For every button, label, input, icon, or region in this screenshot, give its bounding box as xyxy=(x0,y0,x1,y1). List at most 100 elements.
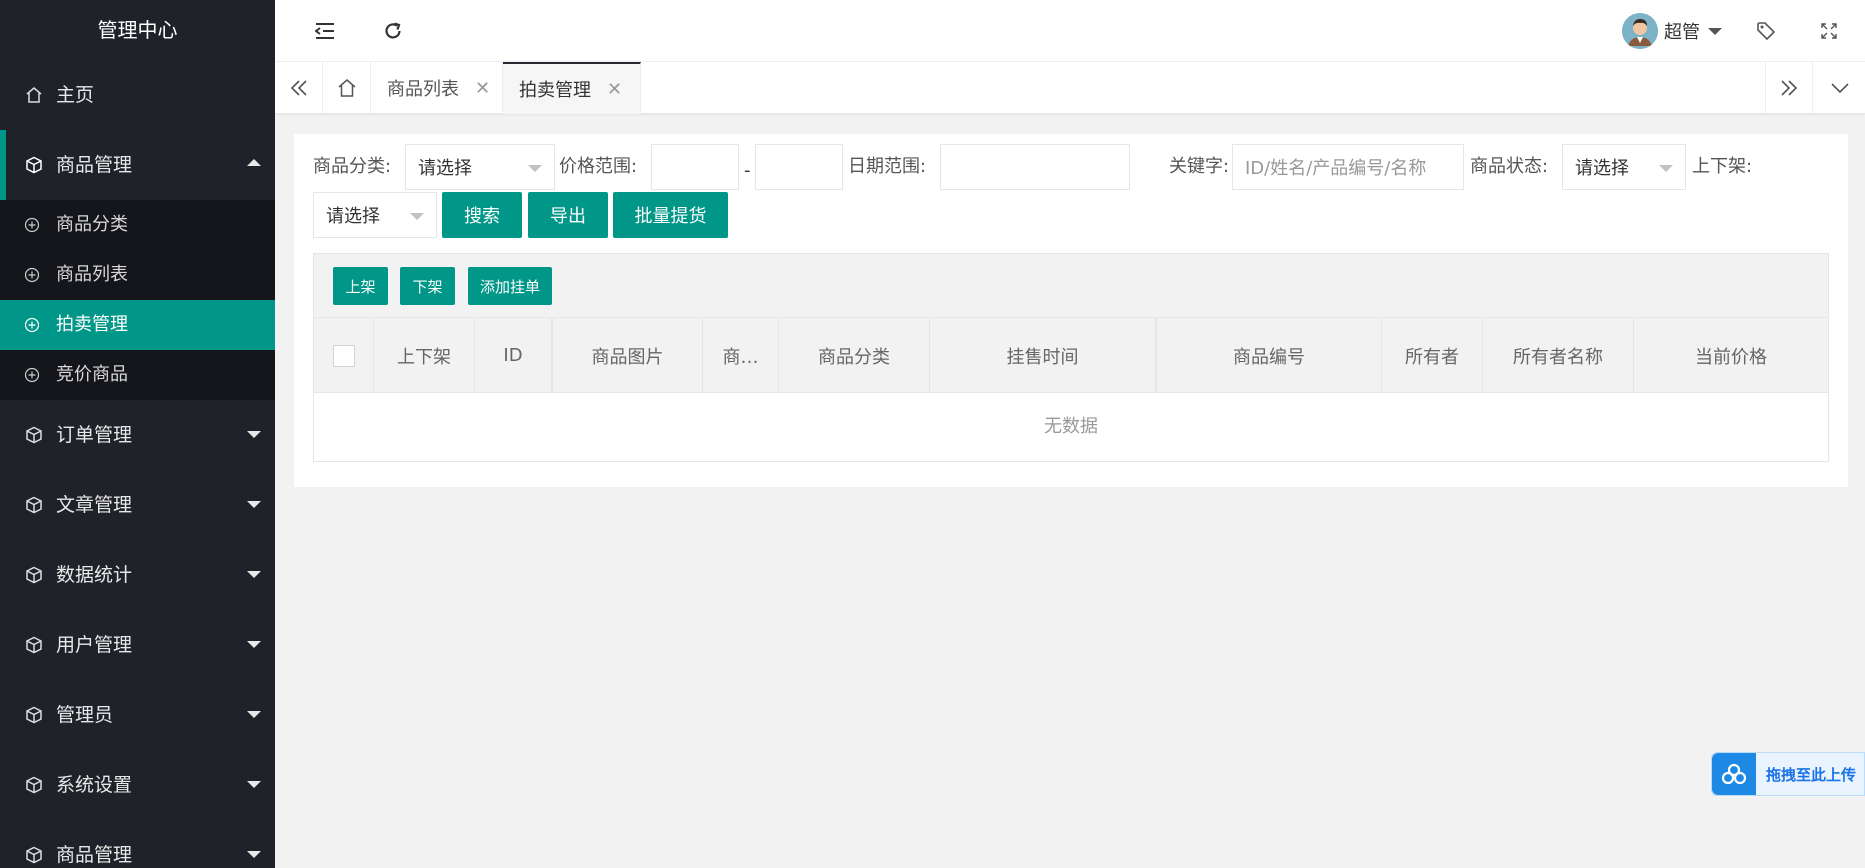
sidebar-sub-item[interactable]: 商品列表 xyxy=(0,250,275,300)
column-header[interactable]: 所有者 xyxy=(1382,318,1483,393)
column-header[interactable]: 商… xyxy=(703,318,779,393)
tabs-menu-button[interactable] xyxy=(1815,62,1865,114)
status-select[interactable]: 请选择 xyxy=(1562,144,1686,190)
date-range-input[interactable] xyxy=(940,144,1130,190)
tab-label: 商品列表 xyxy=(387,79,459,100)
column-header[interactable]: 当前价格 xyxy=(1634,318,1828,393)
tab-auction-management[interactable]: 拍卖管理 ✕ xyxy=(503,62,641,114)
price-min-input[interactable] xyxy=(651,144,739,190)
upload-label: 拖拽至此上传 xyxy=(1766,765,1857,784)
sidebar-group[interactable]: 文章管理 xyxy=(0,470,275,540)
cloud-upload-icon xyxy=(1712,753,1756,795)
column-header[interactable]: 挂售时间 xyxy=(930,318,1156,393)
add-listing-button[interactable]: 添加挂单 xyxy=(468,267,552,305)
cube-icon xyxy=(24,820,44,868)
batch-pickup-button[interactable]: 批量提货 xyxy=(613,192,728,238)
category-select-value: 请选择 xyxy=(418,158,472,179)
chevron-up-icon xyxy=(247,159,261,166)
tag-icon xyxy=(1757,22,1776,41)
shelf-select[interactable]: 请选择 xyxy=(313,192,437,238)
sidebar-sub-label: 商品列表 xyxy=(56,264,128,285)
column-header[interactable]: ID xyxy=(475,318,552,393)
menu-toggle-button[interactable] xyxy=(305,0,345,62)
sidebar-group[interactable]: 商品管理 xyxy=(0,820,275,868)
sidebar-sub-item[interactable]: 竞价商品 xyxy=(0,350,275,400)
category-label: 商品分类: xyxy=(313,156,392,177)
sidebar-sub-label: 商品分类 xyxy=(56,214,128,235)
tab-label: 拍卖管理 xyxy=(519,80,591,101)
sidebar-group-label: 文章管理 xyxy=(56,494,133,516)
user-name: 超管 xyxy=(1664,22,1700,43)
home-icon xyxy=(24,60,44,130)
shelf-select-value: 请选择 xyxy=(326,206,380,227)
tab-home[interactable] xyxy=(323,62,371,114)
select-all-cell xyxy=(314,318,374,393)
sidebar-submenu: 商品分类 商品列表 拍卖管理 竞价商品 xyxy=(0,200,275,400)
chevron-down-icon xyxy=(1831,83,1849,94)
menu-fold-icon xyxy=(315,23,334,39)
empty-state: 无数据 xyxy=(314,393,1828,461)
column-header[interactable]: 商品编号 xyxy=(1156,318,1382,393)
select-all-checkbox[interactable] xyxy=(332,344,355,367)
close-icon[interactable]: ✕ xyxy=(475,78,490,99)
sidebar-sub-item-active[interactable]: 拍卖管理 xyxy=(0,300,275,350)
sidebar-group[interactable]: 管理员 xyxy=(0,680,275,750)
status-select-value: 请选择 xyxy=(1575,158,1629,179)
tabs-scroll-left-button[interactable] xyxy=(275,62,323,114)
sidebar-group-goods[interactable]: 商品管理 xyxy=(0,130,275,200)
sidebar-group[interactable]: 数据统计 xyxy=(0,540,275,610)
sidebar-group[interactable]: 系统设置 xyxy=(0,750,275,820)
keyword-input[interactable]: ID/姓名/产品编号/名称 xyxy=(1232,144,1464,190)
chevron-down-icon xyxy=(247,431,261,438)
category-select[interactable]: 请选择 xyxy=(405,144,555,190)
sidebar-group-label: 管理员 xyxy=(56,704,114,726)
tag-button[interactable] xyxy=(1748,0,1784,62)
column-header[interactable]: 商品图片 xyxy=(552,318,703,393)
keyword-placeholder: ID/姓名/产品编号/名称 xyxy=(1245,158,1427,179)
refresh-button[interactable] xyxy=(373,0,413,62)
price-max-input[interactable] xyxy=(755,144,843,190)
column-header[interactable]: 上下架 xyxy=(374,318,475,393)
sidebar-group-label: 系统设置 xyxy=(56,774,133,796)
list-on-shelf-button[interactable]: 上架 xyxy=(333,267,388,305)
fullscreen-icon xyxy=(1821,23,1837,39)
user-menu[interactable]: 超管 xyxy=(1622,0,1722,62)
chevron-down-icon xyxy=(247,781,261,788)
drag-upload-widget[interactable]: 拖拽至此上传 xyxy=(1711,752,1865,796)
take-off-shelf-button[interactable]: 下架 xyxy=(400,267,455,305)
double-chevron-right-icon xyxy=(1781,80,1798,96)
chevron-down-icon xyxy=(247,851,261,858)
select-arrow-icon xyxy=(1659,165,1673,172)
plus-circle-icon xyxy=(24,200,40,250)
close-icon[interactable]: ✕ xyxy=(607,79,622,100)
status-label: 商品状态: xyxy=(1470,156,1549,177)
cube-icon xyxy=(24,400,44,470)
sidebar-item-label: 主页 xyxy=(56,84,95,106)
data-table: 上架 下架 添加挂单 上下架 ID 商品图片 商… 商品分类 挂售时间 商品编号… xyxy=(313,253,1829,462)
chevron-down-icon xyxy=(247,711,261,718)
tab-goods-list[interactable]: 商品列表 ✕ xyxy=(371,62,503,114)
chevron-down-icon xyxy=(247,501,261,508)
home-icon xyxy=(338,79,355,97)
chevron-down-icon xyxy=(247,641,261,648)
search-button[interactable]: 搜索 xyxy=(442,192,522,238)
select-arrow-icon xyxy=(528,165,542,172)
top-header: 超管 xyxy=(275,0,1865,62)
price-separator: - xyxy=(744,160,751,181)
sidebar-sub-item[interactable]: 商品分类 xyxy=(0,200,275,250)
export-button[interactable]: 导出 xyxy=(528,192,608,238)
column-header[interactable]: 商品分类 xyxy=(779,318,930,393)
sidebar-group-label: 订单管理 xyxy=(56,424,133,446)
tab-bar: 商品列表 ✕ 拍卖管理 ✕ xyxy=(275,62,1865,114)
sidebar-group[interactable]: 订单管理 xyxy=(0,400,275,470)
table-header: 上下架 ID 商品图片 商… 商品分类 挂售时间 商品编号 所有者 所有者名称 … xyxy=(314,318,1828,393)
fullscreen-button[interactable] xyxy=(1811,0,1847,62)
sidebar-group[interactable]: 用户管理 xyxy=(0,610,275,680)
column-header[interactable]: 所有者名称 xyxy=(1483,318,1634,393)
sidebar-group-label: 商品管理 xyxy=(56,844,133,866)
sidebar-sub-label: 拍卖管理 xyxy=(56,314,128,335)
sidebar-group-label: 数据统计 xyxy=(56,564,133,586)
sidebar-item-home[interactable]: 主页 xyxy=(0,60,275,130)
tabs-scroll-right-button[interactable] xyxy=(1765,62,1813,114)
chevron-down-icon xyxy=(247,571,261,578)
